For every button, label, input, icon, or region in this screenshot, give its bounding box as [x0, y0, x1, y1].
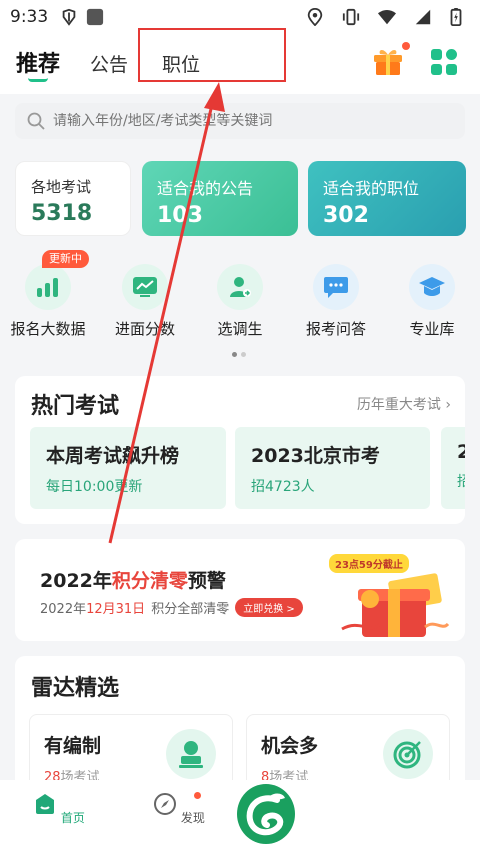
target-icon: [383, 729, 433, 779]
local-exams-card[interactable]: 各地考试 5318: [15, 161, 131, 236]
historical-exams-link[interactable]: 历年重大考试 ›: [357, 394, 451, 414]
my-positions-label: 适合我的职位: [323, 179, 420, 198]
local-exams-label: 各地考试: [31, 178, 92, 196]
nav-discover-label: 发现: [180, 811, 205, 825]
compass-icon: [154, 793, 177, 815]
home-icon: [36, 794, 55, 814]
hot-exam-subtitle: 招: [457, 474, 465, 490]
hot-exam-title: 2: [457, 441, 465, 463]
points-expiry-banner[interactable]: 2022年积分清零预警 2022年12月31日 积分全部清零 立即兑换 > 23…: [15, 539, 465, 641]
radar-picks-title: 雷达精选: [31, 676, 120, 701]
hot-exam-title: 本周考试飙升榜: [46, 445, 180, 467]
carousel-indicator: [232, 352, 246, 357]
apps-grid-icon[interactable]: [430, 48, 458, 76]
bar-chart-icon: [25, 264, 71, 310]
search-input[interactable]: [53, 113, 453, 129]
my-positions-count: 302: [323, 203, 369, 228]
hot-exam-subtitle: 招4723人: [251, 479, 315, 495]
location-icon: [307, 8, 323, 26]
promo-title-prefix: 2022年: [40, 570, 112, 592]
local-exams-count: 5318: [31, 201, 93, 226]
app-logo-icon[interactable]: [237, 784, 295, 844]
radar-picks-section: 雷达精选 有编制 28场考试 机会多 8场考试: [15, 656, 465, 796]
hot-exam-title: 2023北京市考: [251, 445, 380, 467]
feature-label: 专业库: [409, 320, 455, 338]
active-tab-indicator: [28, 78, 48, 82]
feature-label: 报考问答: [305, 320, 366, 338]
feature-interview-scores[interactable]: 进面分数: [100, 264, 190, 339]
feature-label: 选调生: [217, 320, 263, 338]
my-announcements-card[interactable]: 适合我的公告 103: [142, 161, 298, 236]
redeem-button[interactable]: 立即兑换 >: [235, 598, 303, 617]
battery-icon: [450, 8, 462, 26]
nav-home-label: 首页: [60, 811, 85, 825]
hot-exam-card[interactable]: 2023北京市考 招4723人: [235, 427, 430, 509]
chat-bubble-icon: [313, 264, 359, 310]
my-announcements-count: 103: [157, 203, 203, 228]
deadline-badge: 23点59分截止: [329, 554, 409, 573]
promo-title: 2022年积分清零预警: [40, 566, 226, 593]
promo-date-prefix: 2022年: [40, 602, 87, 617]
promo-date-highlight: 12月31日: [86, 602, 146, 617]
carousel-dot-active: [232, 352, 237, 357]
promo-title-highlight: 积分清零: [111, 570, 188, 592]
debug-bug-icon: [62, 8, 76, 26]
hot-exam-card[interactable]: 2 招: [441, 427, 465, 509]
feature-registration-data[interactable]: 报名大数据: [3, 264, 93, 339]
feature-label: 报名大数据: [10, 320, 86, 338]
hot-exam-card[interactable]: 本周考试飙升榜 每日10:00更新: [30, 427, 226, 509]
wifi-icon: [378, 10, 396, 25]
search-bar[interactable]: [15, 103, 465, 139]
feature-exam-qa[interactable]: 报考问答: [291, 264, 381, 339]
feature-major-library[interactable]: 专业库: [387, 264, 477, 339]
hot-exams-title: 热门考试: [31, 394, 120, 419]
updating-badge: 更新中: [42, 250, 89, 268]
feature-label: 进面分数: [114, 320, 175, 338]
gift-icon[interactable]: [372, 46, 404, 76]
promo-date-suffix: 积分全部清零: [151, 602, 230, 617]
line-chart-icon: [122, 264, 168, 310]
carousel-dot: [241, 352, 246, 357]
feature-selected-graduates[interactable]: 选调生: [195, 264, 285, 339]
my-announcements-label: 适合我的公告: [157, 179, 254, 198]
signal-icon: [415, 9, 431, 25]
person-icon: [217, 264, 263, 310]
search-icon: [27, 112, 45, 130]
tab-announcements[interactable]: 公告: [90, 50, 128, 77]
status-time: 9:33: [10, 7, 49, 27]
app-square-icon: [87, 8, 104, 26]
stamp-icon: [166, 729, 216, 779]
chevron-right-icon: ›: [445, 397, 451, 413]
vibrate-icon: [342, 8, 360, 26]
promo-subtitle: 2022年12月31日 积分全部清零 立即兑换 >: [40, 598, 303, 617]
historical-exams-label: 历年重大考试: [356, 397, 441, 413]
graduation-cap-icon: [409, 264, 455, 310]
hot-exam-subtitle: 每日10:00更新: [46, 479, 143, 495]
discover-notification-dot: [194, 792, 201, 799]
tab-recommend[interactable]: 推荐: [16, 46, 60, 78]
gift-box-illustration: [341, 573, 450, 637]
gift-notification-dot: [402, 42, 410, 50]
nav-home[interactable]: 首页: [29, 792, 89, 826]
promo-date: 2022年12月31日: [40, 598, 145, 617]
my-positions-card[interactable]: 适合我的职位 302: [308, 161, 466, 236]
hot-exams-section: 热门考试 历年重大考试 › 本周考试飙升榜 每日10:00更新 2023北京市考…: [15, 376, 465, 524]
highlight-annotation-box: [138, 28, 286, 82]
promo-title-suffix: 预警: [187, 570, 226, 592]
